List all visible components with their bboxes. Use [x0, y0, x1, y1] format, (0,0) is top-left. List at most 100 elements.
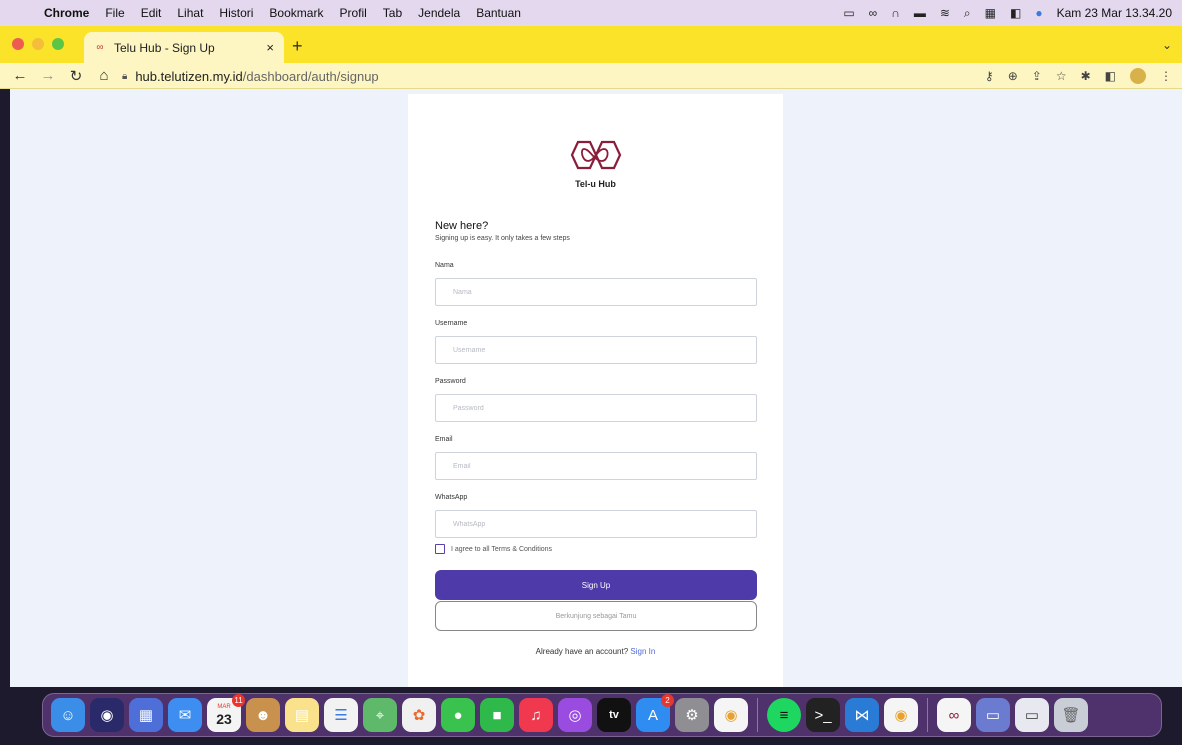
menu-bookmarks[interactable]: Bookmark — [269, 6, 323, 20]
home-icon[interactable]: ⌂ — [96, 67, 112, 84]
spotify-icon[interactable]: ≡ — [767, 698, 801, 732]
reminders-icon[interactable]: ☰ — [324, 698, 358, 732]
menu-profile[interactable]: Profil — [339, 6, 366, 20]
signup-card: Tel-u Hub New here? Signing up is easy. … — [408, 94, 783, 687]
page-title: New here? — [435, 220, 489, 232]
terms-label[interactable]: I agree to all Terms & Conditions — [451, 546, 552, 553]
notes-icon[interactable]: ▤ — [285, 698, 319, 732]
finder-icon[interactable]: ☺ — [51, 698, 85, 732]
url-domain: hub.telutizen.my.id — [135, 68, 243, 84]
dock-separator — [757, 698, 758, 732]
maps-icon[interactable]: ⌖ — [363, 698, 397, 732]
downloads-stack-icon[interactable]: ▭ — [1015, 698, 1049, 732]
siri-icon[interactable]: ● — [1035, 6, 1042, 20]
mail-icon[interactable]: ✉ — [168, 698, 202, 732]
battery-level-icon[interactable]: ▬ — [914, 6, 926, 20]
nama-label: Nama — [435, 262, 454, 269]
photos-icon[interactable]: ✿ — [402, 698, 436, 732]
calendar-badge: 11 — [232, 694, 245, 707]
menu-history[interactable]: Histori — [219, 6, 253, 20]
calendar-day: 23 — [216, 710, 232, 727]
messages-icon[interactable]: ● — [441, 698, 475, 732]
battery-icon[interactable]: ▭ — [843, 6, 854, 20]
siri-app-icon[interactable]: ◉ — [90, 698, 124, 732]
tab-close-icon[interactable]: × — [266, 40, 274, 55]
facetime-icon[interactable]: ■ — [480, 698, 514, 732]
system-settings-icon[interactable]: ⚙ — [675, 698, 709, 732]
calendar-month: MAR — [217, 703, 231, 710]
music-icon[interactable]: ♫ — [519, 698, 553, 732]
zoom-icon[interactable]: ⊕ — [1008, 69, 1018, 83]
launchpad-icon[interactable]: ▦ — [129, 698, 163, 732]
page-subtitle: Signing up is easy. It only takes a few … — [435, 235, 570, 242]
tab-favicon-icon: ∞ — [96, 41, 104, 53]
chrome-canary-icon[interactable]: ◉ — [884, 698, 918, 732]
apple-tv-icon[interactable]: tv — [597, 698, 631, 732]
spotlight-search-icon[interactable]: ⌕ — [964, 6, 971, 21]
control-center-icon[interactable]: ◧ — [1010, 6, 1021, 20]
trash-icon[interactable]: 🗑︎ — [1054, 698, 1088, 732]
username-label: Username — [435, 320, 468, 327]
window-controls — [12, 38, 64, 50]
sign-up-button[interactable]: Sign Up — [435, 570, 757, 600]
keyboard-icon[interactable]: ▦ — [985, 6, 996, 20]
forward-arrow-icon[interactable]: → — [40, 67, 56, 84]
terms-checkbox[interactable] — [435, 544, 445, 554]
menu-edit[interactable]: Edit — [141, 6, 162, 20]
tab-strip: ∞ Telu Hub - Sign Up × + ⌄ — [0, 26, 1182, 63]
menu-file[interactable]: File — [105, 6, 124, 20]
password-input[interactable] — [435, 394, 757, 422]
side-panel-icon[interactable]: ◧ — [1105, 69, 1116, 83]
macos-menu-bar: Chrome File Edit Lihat Histori Bookmark … — [0, 0, 1182, 26]
menu-window[interactable]: Jendela — [418, 6, 460, 20]
password-label: Password — [435, 378, 466, 385]
vscode-icon[interactable]: ⋈ — [845, 698, 879, 732]
sign-in-link[interactable]: Sign In — [630, 647, 655, 656]
app-store-icon[interactable]: A2 — [636, 694, 674, 732]
zoom-window-button[interactable] — [52, 38, 64, 50]
minimize-window-button[interactable] — [32, 38, 44, 50]
menu-help[interactable]: Bantuan — [476, 6, 521, 20]
tab-telu-hub[interactable]: ∞ Telu Hub - Sign Up × — [84, 32, 284, 63]
dock-separator-2 — [927, 698, 928, 732]
chrome-menu-icon[interactable]: ⋮ — [1160, 69, 1172, 83]
reload-icon[interactable]: ↻ — [68, 67, 84, 85]
calendar-icon[interactable]: MAR 23 11 — [207, 694, 245, 732]
toolbar-actions: ⚷ ⊕ ⇪ ☆ ✱ ◧ ⋮ — [985, 63, 1172, 89]
key-icon[interactable]: ⚷ — [985, 69, 994, 83]
username-input[interactable] — [435, 336, 757, 364]
email-input[interactable] — [435, 452, 757, 480]
macos-dock: ☺ ◉ ▦ ✉ MAR 23 11 ☻ ▤ ☰ ⌖ ✿ ● ■ ♫ ◎ tv A… — [42, 693, 1162, 737]
back-arrow-icon[interactable]: ← — [12, 67, 28, 84]
menu-view[interactable]: Lihat — [177, 6, 203, 20]
logo-text: Tel-u Hub — [575, 179, 616, 189]
close-window-button[interactable] — [12, 38, 24, 50]
sign-in-prompt: Already have an account? Sign In — [408, 647, 783, 656]
wifi-icon[interactable]: ≋ — [940, 6, 950, 20]
bookmark-star-icon[interactable]: ☆ — [1056, 69, 1067, 83]
terminal-icon[interactable]: >_ — [806, 698, 840, 732]
new-tab-button[interactable]: + — [292, 36, 303, 57]
minimized-window-icon[interactable]: ▭ — [976, 698, 1010, 732]
link-icon[interactable]: ∞ — [869, 6, 878, 20]
guest-visit-button[interactable]: Berkunjung sebagai Tamu — [435, 601, 757, 631]
extensions-puzzle-icon[interactable]: ✱ — [1081, 69, 1091, 83]
apple-tv-label: tv — [609, 709, 619, 721]
podcasts-icon[interactable]: ◎ — [558, 698, 592, 732]
menu-bar-tray: ▭ ∞ ∩ ▬ ≋ ⌕ ▦ ◧ ● Kam 23 Mar 13.34.20 — [843, 0, 1172, 26]
already-account-text: Already have an account? — [535, 647, 629, 656]
whatsapp-input[interactable] — [435, 510, 757, 538]
profile-avatar[interactable] — [1130, 68, 1146, 84]
contacts-icon[interactable]: ☻ — [246, 698, 280, 732]
menu-app-name[interactable]: Chrome — [44, 6, 89, 20]
share-icon[interactable]: ⇪ — [1032, 69, 1042, 83]
nama-input[interactable] — [435, 278, 757, 306]
telu-hub-logo-icon — [570, 140, 622, 170]
menu-tab[interactable]: Tab — [383, 6, 402, 20]
tab-search-chevron-icon[interactable]: ⌄ — [1162, 38, 1172, 52]
chrome-icon[interactable]: ◉ — [714, 698, 748, 732]
telu-hub-window-icon[interactable]: ∞ — [937, 698, 971, 732]
headphones-icon[interactable]: ∩ — [891, 6, 900, 20]
lock-icon[interactable]: 🔒︎ — [122, 71, 127, 82]
menu-bar-clock[interactable]: Kam 23 Mar 13.34.20 — [1057, 6, 1172, 20]
